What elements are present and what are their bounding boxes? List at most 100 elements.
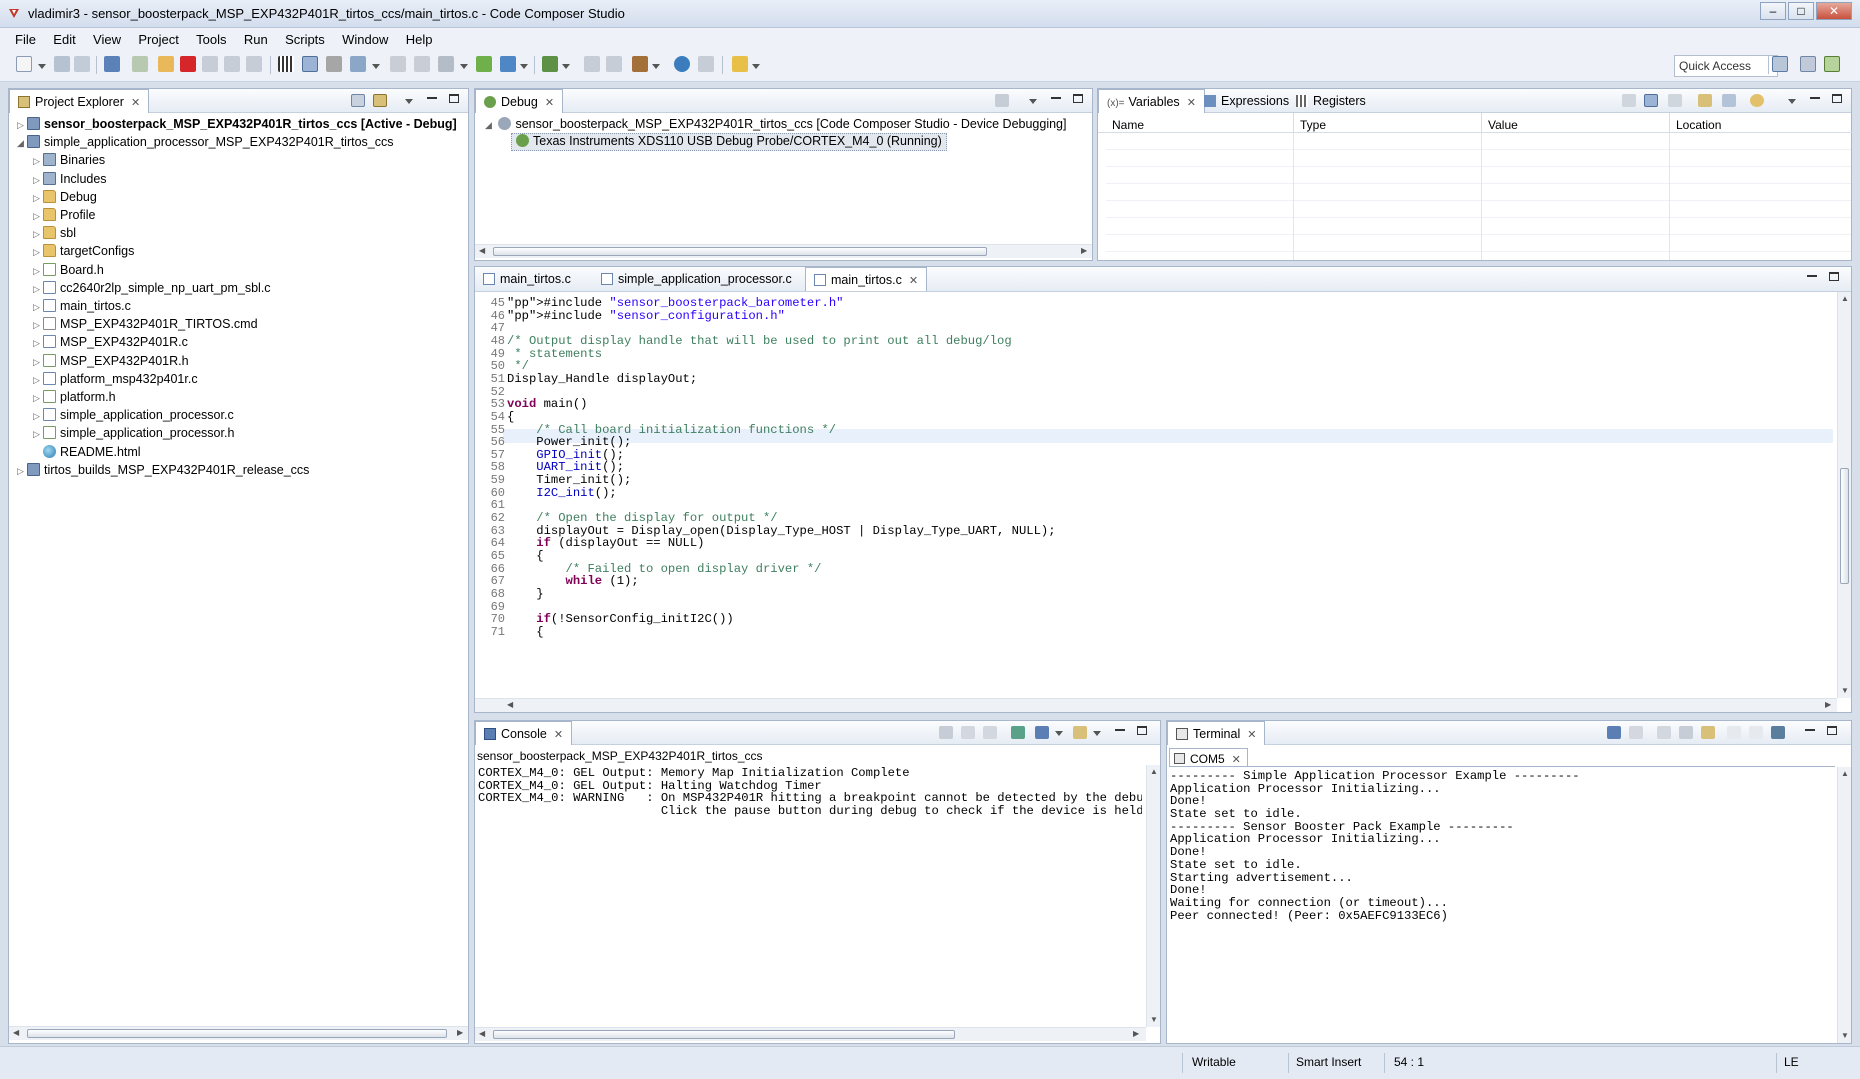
expand-arrow-icon[interactable]: ▷	[17, 120, 27, 131]
tab-debug[interactable]: Debug ✕	[475, 89, 564, 113]
restart-icon[interactable]	[326, 56, 342, 72]
menu-view[interactable]: View	[86, 28, 128, 47]
terminate-icon[interactable]	[180, 56, 196, 72]
tab-expressions[interactable]: Expressions	[1196, 89, 1297, 113]
expand-arrow-icon[interactable]: ▷	[17, 466, 27, 477]
expand-arrow-icon[interactable]: ◢	[17, 138, 27, 149]
minimize-icon[interactable]	[1805, 729, 1815, 731]
connect-icon[interactable]	[438, 56, 454, 72]
tree-item[interactable]: ▷ targetConfigs	[33, 244, 134, 262]
editor-scroll-thumb[interactable]	[1840, 468, 1849, 584]
close-icon[interactable]: ✕	[554, 728, 563, 741]
clear-console-icon[interactable]	[939, 726, 953, 739]
tab-registers[interactable]: Registers	[1288, 89, 1374, 113]
expand-arrow-icon[interactable]: ▷	[33, 429, 43, 440]
menu-scripts[interactable]: Scripts	[278, 28, 332, 47]
column-name[interactable]: Name	[1106, 113, 1294, 133]
console-scroll-thumb[interactable]	[493, 1030, 955, 1039]
minimize-icon[interactable]	[427, 97, 437, 99]
scroll-lock-icon[interactable]	[1701, 726, 1715, 739]
close-icon[interactable]: ✕	[1232, 754, 1241, 766]
link-with-editor-icon[interactable]	[373, 94, 387, 107]
remove-all-terminated-icon[interactable]	[995, 94, 1009, 107]
tab-project-explorer[interactable]: Project Explorer ✕	[9, 89, 150, 113]
close-window-button[interactable]: ✕	[1816, 2, 1852, 20]
tree-item[interactable]: ▷ platform.h	[33, 390, 116, 408]
pin-icon[interactable]	[732, 56, 748, 72]
view-menu-icon[interactable]	[405, 99, 413, 104]
reset-icon[interactable]	[350, 56, 366, 72]
collapse-all-icon[interactable]	[1668, 94, 1682, 107]
expand-arrow-icon[interactable]: ▷	[33, 284, 43, 295]
minimize-icon[interactable]	[1807, 275, 1817, 277]
tab-variables[interactable]: (x)= Variables ✕	[1098, 89, 1205, 113]
menu-help[interactable]: Help	[399, 28, 440, 47]
toggle-command-input-icon[interactable]	[1657, 726, 1671, 739]
suspend-icon[interactable]	[158, 56, 174, 72]
editor-tab-main-tirtos-active[interactable]: main_tirtos.c ✕	[805, 267, 928, 291]
menu-run[interactable]: Run	[237, 28, 275, 47]
display-console-dropdown-icon[interactable]	[1055, 731, 1063, 736]
expand-arrow-icon[interactable]: ▷	[33, 175, 43, 186]
debug-horizontal-scrollbar[interactable]: ◀ ▶	[475, 244, 1092, 258]
tree-scroll-thumb[interactable]	[27, 1029, 447, 1038]
menu-project[interactable]: Project	[131, 28, 185, 47]
tree-horizontal-scrollbar[interactable]: ◀ ▶	[9, 1026, 468, 1040]
tree-item[interactable]: ▷ sbl	[33, 226, 76, 244]
tree-item[interactable]: ▷ tirtos_builds_MSP_EXP432P401R_release_c…	[17, 462, 309, 481]
refresh-icon[interactable]	[1750, 94, 1764, 107]
close-icon[interactable]: ✕	[545, 96, 554, 109]
tree-item[interactable]: ▷ cc2640r2lp_simple_np_uart_pm_sbl.c	[33, 280, 271, 299]
show-type-names-icon[interactable]	[1622, 94, 1636, 107]
expand-arrow-icon[interactable]: ▷	[33, 393, 43, 404]
clear-terminal-icon[interactable]	[1679, 726, 1693, 739]
console-output[interactable]: CORTEX_M4_0: GEL Output: Memory Map Init…	[478, 766, 1142, 1026]
debug-scroll-thumb[interactable]	[493, 247, 987, 256]
tree-item[interactable]: ▷ Includes	[33, 171, 107, 190]
tree-item[interactable]: ▷ MSP_EXP432P401R_TIRTOS.cmd	[33, 317, 258, 335]
expand-arrow-icon[interactable]: ▷	[33, 211, 43, 222]
minimize-icon[interactable]	[1115, 729, 1125, 731]
editor-tab-main-tirtos-1[interactable]: main_tirtos.c	[475, 267, 579, 291]
search-icon[interactable]	[674, 56, 690, 72]
expand-arrow-icon[interactable]: ▷	[33, 320, 43, 331]
maximize-icon[interactable]	[1832, 94, 1842, 103]
editor-vertical-scrollbar[interactable]: ▲ ▼	[1837, 292, 1851, 698]
expand-arrow-icon[interactable]: ▷	[33, 411, 43, 422]
close-icon[interactable]: ✕	[131, 96, 140, 109]
expand-arrow-icon[interactable]: ▷	[33, 193, 43, 204]
run-dropdown-icon[interactable]	[520, 64, 528, 69]
pin-dropdown-icon[interactable]	[752, 64, 760, 69]
terminal-session-tab[interactable]: COM5 ✕	[1169, 748, 1248, 766]
maximize-icon[interactable]	[1073, 94, 1083, 103]
column-value[interactable]: Value	[1482, 113, 1670, 133]
open-console-dropdown-icon[interactable]	[1093, 731, 1101, 736]
terminal-output[interactable]: --------- Simple Application Processor E…	[1170, 769, 1834, 1034]
editor-tab-simple-application-processor[interactable]: simple_application_processor.c	[593, 267, 800, 291]
expand-arrow-icon[interactable]: ▷	[33, 375, 43, 386]
save-all-icon[interactable]	[74, 56, 90, 72]
step-into-icon[interactable]	[202, 56, 218, 72]
collapse-all-icon[interactable]	[351, 94, 365, 107]
debug-icon[interactable]	[104, 56, 120, 72]
settings-icon[interactable]	[1771, 726, 1785, 739]
expand-arrow-icon[interactable]: ▷	[33, 357, 43, 368]
step-return-icon[interactable]	[246, 56, 262, 72]
minimize-icon[interactable]	[1051, 97, 1061, 99]
view-toggle-icon[interactable]	[302, 56, 318, 72]
tree-item[interactable]: ▷ Binaries	[33, 153, 105, 171]
tree-item[interactable]: ▷ MSP_EXP432P401R.h	[33, 353, 189, 372]
connect-dropdown-icon[interactable]	[460, 64, 468, 69]
tree-item[interactable]: ▷ simple_application_processor.h	[33, 426, 234, 444]
quick-access-input[interactable]: Quick Access	[1674, 55, 1778, 77]
menu-edit[interactable]: Edit	[46, 28, 82, 47]
expand-arrow-icon[interactable]: ▷	[33, 229, 43, 240]
tree-item[interactable]: ▷ platform_msp432p401r.c	[33, 371, 198, 390]
view-menu-icon[interactable]	[1029, 99, 1037, 104]
new-dropdown-icon[interactable]	[38, 64, 46, 69]
build-icon[interactable]	[632, 56, 648, 72]
memory-browser-icon[interactable]	[278, 56, 294, 72]
close-icon[interactable]: ✕	[1247, 728, 1256, 741]
tab-terminal[interactable]: Terminal ✕	[1167, 721, 1266, 745]
ccs-debug-perspective-icon[interactable]	[1824, 56, 1840, 72]
